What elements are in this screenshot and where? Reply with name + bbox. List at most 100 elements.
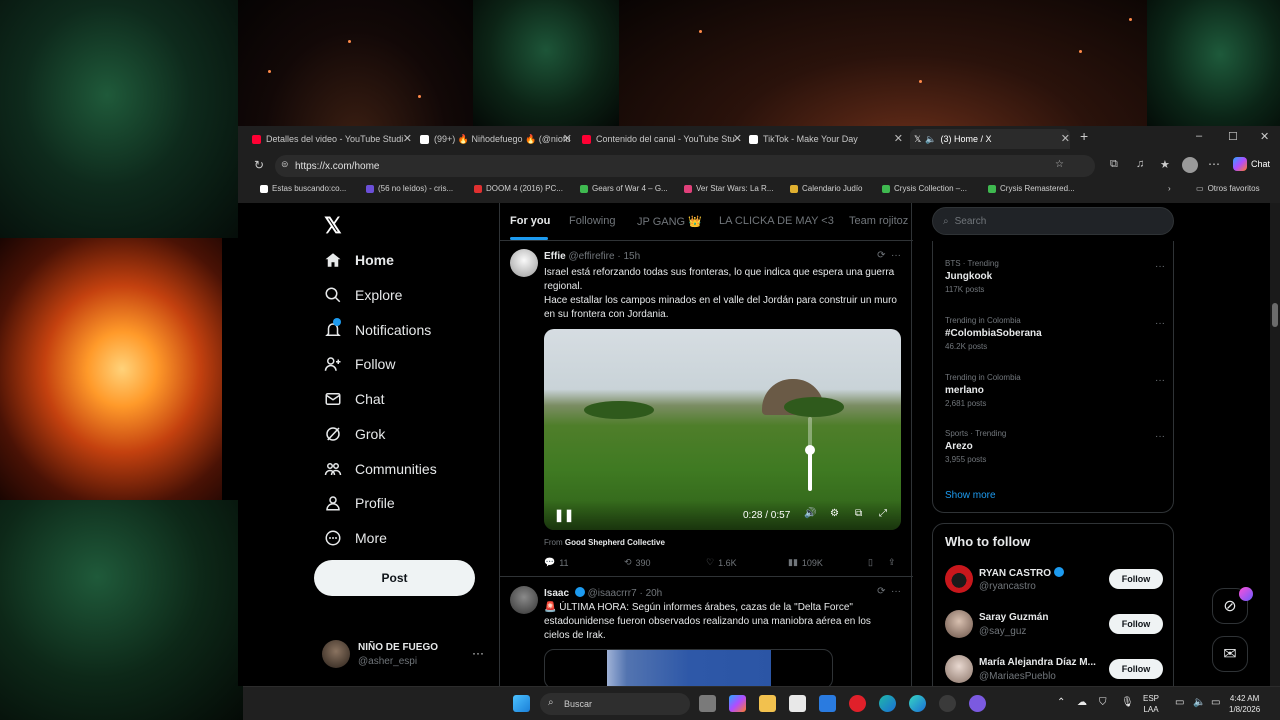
- reply-button[interactable]: 💬 11: [544, 557, 569, 568]
- show-more-link[interactable]: Show more: [945, 490, 996, 501]
- share-icon[interactable]: ⇪: [888, 557, 896, 568]
- more-dots-icon[interactable]: ···: [1155, 375, 1165, 386]
- picture-in-picture-icon[interactable]: ⧉: [855, 508, 862, 519]
- tweet-author-handle[interactable]: @isaacrrr7: [588, 588, 637, 599]
- refresh-icon[interactable]: ↻: [254, 158, 264, 172]
- menu-dots-icon[interactable]: ⋯: [1208, 157, 1220, 171]
- close-icon[interactable]: ✕: [733, 132, 742, 145]
- language-indicator[interactable]: ESP LAA: [1143, 693, 1159, 715]
- fullscreen-icon[interactable]: ⤢: [879, 508, 887, 519]
- close-icon[interactable]: ✕: [403, 132, 412, 145]
- chevron-right-icon[interactable]: ›: [1168, 184, 1171, 193]
- follow-suggestion[interactable]: Saray Guzmán @say_guz Follow: [945, 610, 1171, 640]
- avatar[interactable]: [510, 249, 538, 277]
- sidebar-item-chat[interactable]: Chat: [324, 384, 385, 414]
- close-icon[interactable]: ✕: [894, 132, 903, 145]
- avatar[interactable]: [945, 655, 973, 683]
- close-window-button[interactable]: ✕: [1260, 130, 1269, 143]
- other-favorites-folder[interactable]: ▭ Otros favoritos: [1196, 184, 1260, 193]
- minimize-button[interactable]: –: [1196, 130, 1202, 142]
- app-icon[interactable]: [969, 695, 986, 712]
- site-info-icon[interactable]: ⊜: [281, 159, 289, 170]
- tweet-time[interactable]: 15h: [623, 251, 640, 262]
- tweet[interactable]: Isaac @isaacrrr7 · 20h ⟳ ··· 🚨 ÚLTIMA HO…: [500, 577, 913, 686]
- more-dots-icon[interactable]: ···: [1155, 261, 1165, 272]
- microphone-icon[interactable]: 🎙: [1121, 697, 1134, 708]
- browser-tab[interactable]: Contenido del canal - YouTube Stu ✕: [582, 129, 742, 149]
- copilot-chat-button[interactable]: Chat: [1233, 157, 1270, 171]
- tweet-video[interactable]: ❚❚ 0:28 / 0:57 🔊 ⚙ ⧉ ⤢: [544, 329, 901, 530]
- copilot-icon[interactable]: [729, 695, 746, 712]
- clock[interactable]: 4:42 AM 1/8/2026: [1229, 693, 1260, 715]
- tweet-image[interactable]: [544, 649, 833, 686]
- browser-tab[interactable]: TikTok - Make Your Day ✕: [749, 129, 903, 149]
- views-button[interactable]: ▮▮ 109K: [788, 557, 823, 568]
- pause-icon[interactable]: ❚❚: [554, 508, 574, 522]
- shield-icon[interactable]: ⛉: [1099, 697, 1107, 708]
- cloud-icon[interactable]: ☁: [1077, 697, 1087, 708]
- sidebar-item-home[interactable]: Home: [324, 245, 394, 275]
- repost-button[interactable]: ⟲ 390: [624, 557, 651, 568]
- sidebar-item-more[interactable]: More: [324, 523, 387, 553]
- sidebar-item-grok[interactable]: Grok: [324, 419, 385, 449]
- task-view-icon[interactable]: [699, 695, 716, 712]
- address-bar[interactable]: ⊜ https://x.com/home ☆: [275, 155, 1095, 177]
- account-switcher[interactable]: NIÑO DE FUEGO @asher_espi ···: [322, 640, 492, 670]
- collections-icon[interactable]: ♫: [1136, 158, 1144, 170]
- favorites-icon[interactable]: ★: [1160, 158, 1170, 171]
- opera-icon[interactable]: [849, 695, 866, 712]
- store-icon[interactable]: [789, 695, 806, 712]
- more-dots-icon[interactable]: ···: [472, 646, 484, 660]
- extensions-icon[interactable]: ⧉: [1110, 158, 1118, 171]
- browser-tab[interactable]: (99+) 🔥 Niñodefuego 🔥 (@niofu ✕: [420, 129, 572, 149]
- more-dots-icon[interactable]: ···: [1155, 431, 1165, 442]
- search-input[interactable]: ⌕ Search: [932, 207, 1174, 235]
- battery-icon[interactable]: ▭: [1211, 697, 1220, 708]
- favorite-link[interactable]: Crysis Remastered...: [988, 184, 1075, 193]
- maximize-button[interactable]: ☐: [1228, 130, 1238, 143]
- sidebar-item-communities[interactable]: Communities: [324, 454, 437, 484]
- start-button-icon[interactable]: [513, 695, 530, 712]
- favorite-link[interactable]: DOOM 4 (2016) PC...: [474, 184, 563, 193]
- tweet-more-icon[interactable]: ⟳ ···: [877, 586, 901, 597]
- favorite-link[interactable]: (56 no leídos) - cris...: [366, 184, 453, 193]
- bookmark-icon[interactable]: ▯: [868, 557, 873, 568]
- sidebar-item-profile[interactable]: Profile: [324, 488, 395, 518]
- tweet-author-name[interactable]: Effie: [544, 251, 566, 262]
- chevron-up-icon[interactable]: ⌃: [1057, 697, 1065, 708]
- browser-tab[interactable]: Detalles del video - YouTube Studi ✕: [252, 129, 412, 149]
- file-explorer-icon[interactable]: [759, 695, 776, 712]
- favorite-star-icon[interactable]: ☆: [1055, 159, 1064, 170]
- taskbar-search[interactable]: ⌕ Buscar: [540, 693, 690, 715]
- follow-button[interactable]: Follow: [1109, 659, 1163, 679]
- trend-item[interactable]: BTS · Trending Jungkook 117K posts ···: [945, 259, 1165, 294]
- tweet[interactable]: Effie @effirefire · 15h ⟳ ··· Israel est…: [500, 241, 913, 577]
- favorite-link[interactable]: Calendario Judío: [790, 184, 862, 193]
- new-tab-button[interactable]: +: [1080, 128, 1088, 144]
- tweet-author-name[interactable]: Isaac: [544, 588, 569, 599]
- x-logo-icon[interactable]: 𝕏: [324, 213, 342, 239]
- mail-app-icon[interactable]: [819, 695, 836, 712]
- speaker-icon[interactable]: 🔈: [1193, 697, 1205, 708]
- sidebar-item-follow[interactable]: Follow: [324, 349, 395, 379]
- trend-item[interactable]: Sports · Trending Arezo 3,955 posts ···: [945, 429, 1165, 464]
- tab-la-clicka[interactable]: LA CLICKA DE MAY <3: [719, 215, 834, 227]
- messages-float-button[interactable]: ✉: [1212, 636, 1248, 672]
- tab-team-rojitoz[interactable]: Team rojitoz: [849, 215, 908, 227]
- avatar[interactable]: [945, 565, 973, 593]
- tweet-time[interactable]: 20h: [646, 588, 663, 599]
- tab-following[interactable]: Following: [569, 215, 615, 227]
- follow-button[interactable]: Follow: [1109, 569, 1163, 589]
- trend-item[interactable]: Trending in Colombia #ColombiaSoberana 4…: [945, 316, 1165, 351]
- follow-button[interactable]: Follow: [1109, 614, 1163, 634]
- profile-avatar[interactable]: [1182, 157, 1198, 173]
- tweet-more-icon[interactable]: ⟳ ···: [877, 250, 901, 261]
- more-dots-icon[interactable]: ···: [1155, 318, 1165, 329]
- tab-for-you[interactable]: For you: [510, 215, 550, 227]
- close-icon[interactable]: ✕: [563, 132, 572, 145]
- grok-float-button[interactable]: ⊘: [1212, 587, 1253, 624]
- from-source[interactable]: Good Shepherd Collective: [565, 538, 665, 547]
- follow-suggestion[interactable]: María Alejandra Díaz M... @MariaesPueblo…: [945, 655, 1171, 685]
- favorite-link[interactable]: Gears of War 4 – G...: [580, 184, 668, 193]
- sidebar-item-notifications[interactable]: Notifications: [324, 315, 431, 345]
